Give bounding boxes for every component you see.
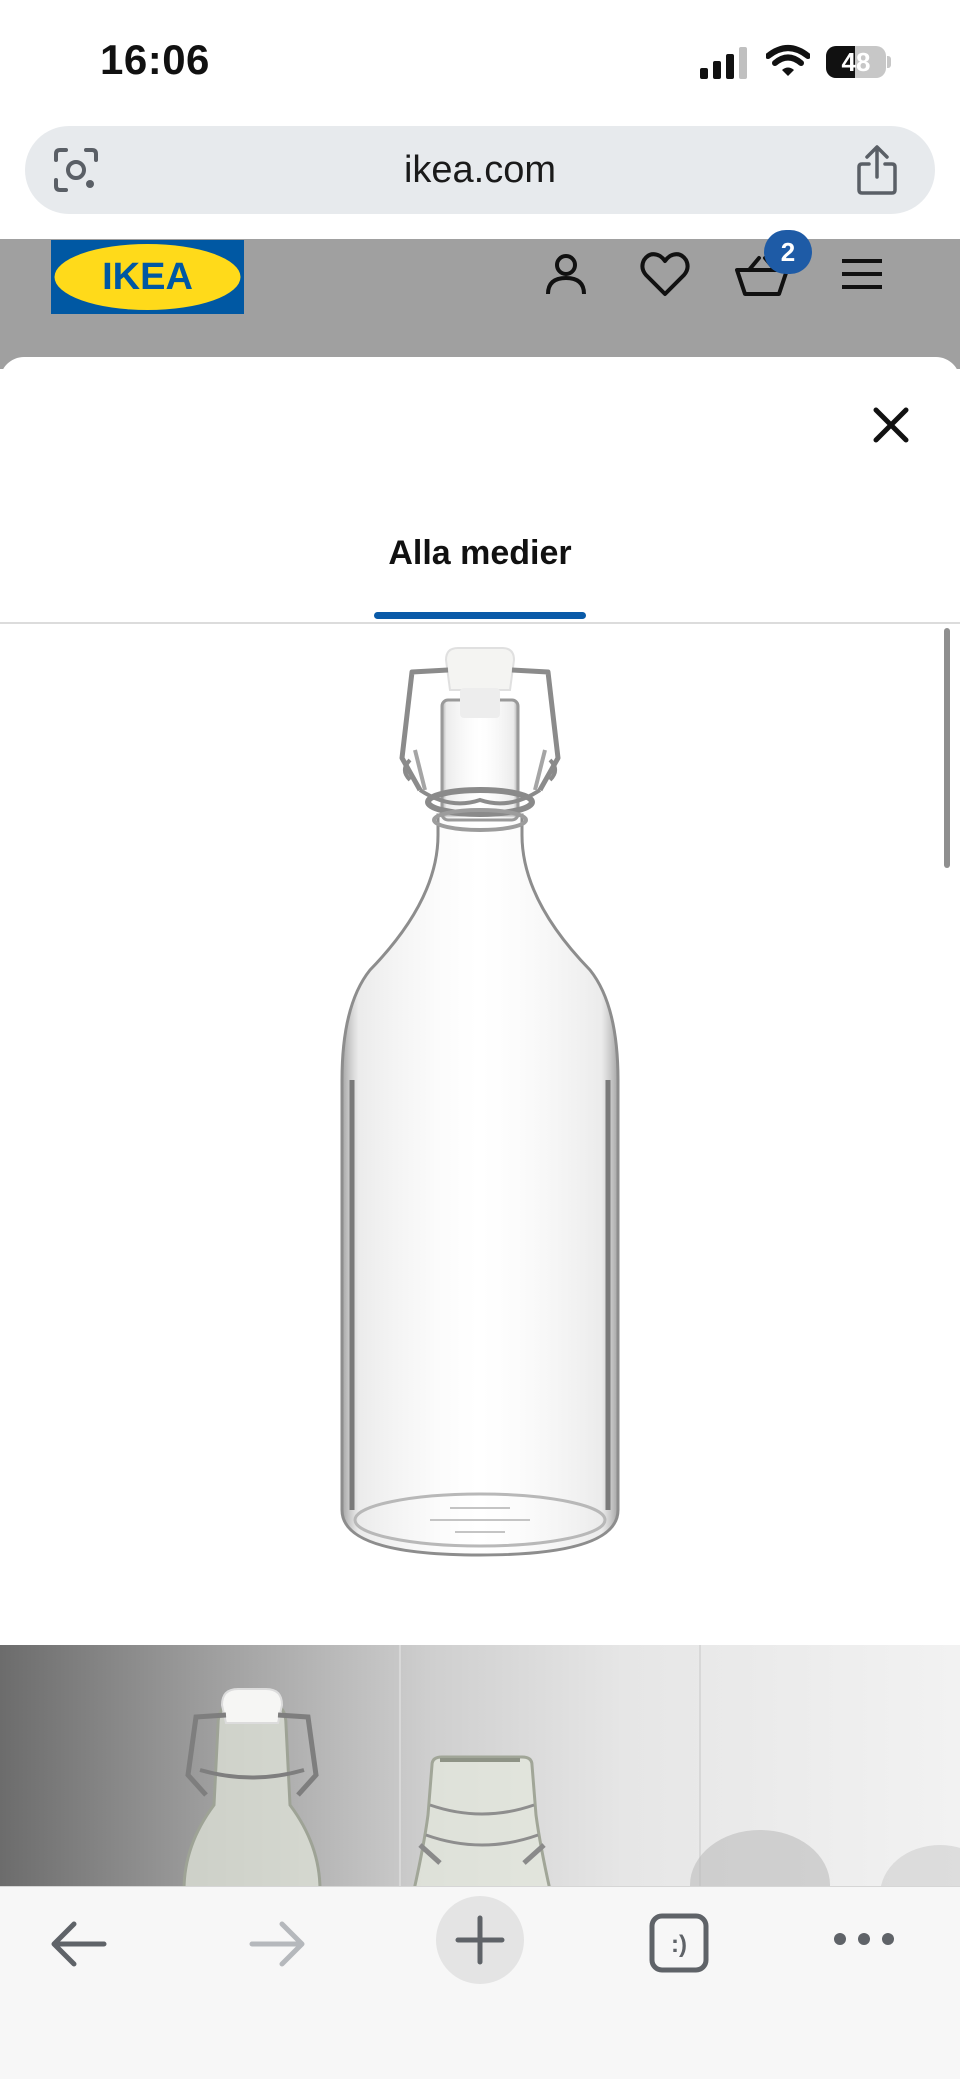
svg-text::): :)	[671, 1931, 687, 1958]
cart-count-badge: 2	[764, 230, 812, 274]
tabs-icon[interactable]: :)	[648, 1912, 710, 1974]
lifestyle-product-photo[interactable]	[0, 1645, 960, 1890]
battery-indicator: 48	[826, 46, 891, 78]
new-tab-button[interactable]	[436, 1896, 524, 1984]
forward-arrow-icon[interactable]	[246, 1916, 310, 1972]
product-image-bottle[interactable]	[300, 640, 660, 1570]
wifi-icon	[766, 45, 810, 76]
tab-all-media[interactable]: Alla medier	[360, 528, 600, 619]
battery-percent: 48	[841, 47, 871, 77]
more-dots-icon[interactable]	[832, 1926, 896, 1952]
scrollbar[interactable]	[944, 628, 950, 868]
menu-icon[interactable]	[840, 256, 884, 292]
cellular-signal-icon	[700, 47, 747, 79]
active-tab-indicator	[374, 612, 586, 619]
plus-icon	[455, 1915, 505, 1965]
account-icon[interactable]	[542, 250, 590, 298]
heart-icon[interactable]	[640, 250, 690, 298]
tab-divider	[0, 622, 960, 624]
close-icon[interactable]	[866, 400, 916, 450]
tab-label: Alla medier	[388, 534, 572, 572]
ikea-logo[interactable]: IKEA	[51, 240, 244, 314]
share-icon[interactable]	[852, 144, 902, 196]
status-time: 16:06	[100, 36, 210, 83]
svg-text:IKEA: IKEA	[102, 256, 193, 298]
url-text[interactable]: ikea.com	[0, 146, 960, 194]
back-arrow-icon[interactable]	[46, 1916, 110, 1972]
